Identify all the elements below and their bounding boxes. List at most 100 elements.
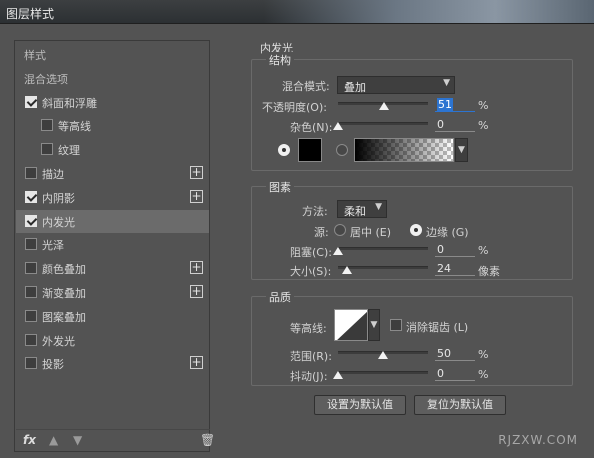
style-list-item[interactable]: 斜面和浮雕 (16, 91, 209, 114)
style-checkbox[interactable] (41, 143, 53, 156)
add-effect-icon[interactable]: + (190, 261, 203, 275)
noise-unit: % (478, 119, 489, 132)
style-checkbox[interactable] (25, 286, 37, 298)
background-photo-strip (264, 0, 594, 23)
style-list-item[interactable]: 颜色叠加 + (16, 257, 209, 280)
noise-value: 0 (437, 118, 444, 131)
noise-label: 杂色(N): (290, 121, 333, 134)
opacity-slider-thumb[interactable] (378, 102, 389, 110)
style-list-item[interactable]: 纹理 (16, 138, 209, 161)
glow-color-swatch[interactable] (298, 138, 322, 162)
style-checkbox[interactable] (25, 238, 37, 251)
style-list-item[interactable]: 混合选项 (16, 67, 209, 90)
method-select[interactable]: 柔和 ▼ (337, 200, 387, 218)
style-list-item-label: 斜面和浮雕 (42, 96, 97, 110)
add-effect-icon[interactable]: + (190, 285, 203, 298)
style-list-item[interactable]: 内发光 (16, 209, 209, 233)
opacity-unit: % (478, 99, 489, 112)
source-edge-radio[interactable] (410, 224, 422, 236)
contour-dropdown-button[interactable]: ▼ (368, 309, 380, 341)
gradient-radio[interactable] (336, 144, 348, 156)
size-slider-thumb[interactable] (342, 266, 352, 274)
style-list-item[interactable]: 样式 (16, 43, 209, 66)
opacity-input[interactable]: 51 (435, 98, 475, 112)
style-list-scrollbar[interactable] (209, 41, 210, 427)
range-value: 50 (437, 347, 451, 360)
arrow-down-icon[interactable]: ▼ (73, 433, 82, 447)
quality-title: 品质 (266, 289, 294, 305)
style-list-item[interactable]: 等高线 (16, 114, 209, 137)
style-list-item[interactable]: 内阴影 + (16, 186, 209, 209)
solid-color-radio[interactable] (278, 144, 290, 156)
range-slider-thumb[interactable] (378, 351, 388, 359)
size-input[interactable]: 24 (435, 262, 475, 276)
add-effect-icon[interactable]: + (190, 356, 203, 370)
style-list-toolbar: fx ▲ ▼ 🗑 (16, 429, 215, 451)
source-center-radio[interactable] (334, 224, 346, 236)
method-label: 方法: (302, 205, 328, 218)
anti-alias-checkbox[interactable] (390, 319, 402, 331)
reset-default-button[interactable]: 复位为默认值 (414, 395, 506, 415)
noise-slider-thumb[interactable] (333, 122, 343, 130)
size-value: 24 (437, 262, 451, 275)
noise-input[interactable]: 0 (435, 118, 475, 132)
jitter-slider-track[interactable] (338, 371, 428, 374)
choke-slider-track[interactable] (338, 247, 428, 250)
choke-input[interactable]: 0 (435, 243, 475, 257)
source-label: 源: (314, 226, 329, 239)
style-list-item-label: 颜色叠加 (42, 263, 86, 277)
add-effect-icon[interactable]: + (190, 166, 203, 179)
style-list-item[interactable]: 渐变叠加 + (16, 281, 209, 304)
size-unit: 像素 (478, 265, 500, 278)
noise-slider-track[interactable] (338, 122, 428, 125)
jitter-slider-thumb[interactable] (333, 371, 343, 379)
style-list-item[interactable]: 外发光 (16, 329, 209, 352)
jitter-value: 0 (437, 367, 444, 380)
anti-alias-label[interactable]: 消除锯齿 (L) (406, 319, 468, 335)
source-center-label[interactable]: 居中 (E) (350, 224, 391, 240)
range-unit: % (478, 348, 489, 361)
watermark: RJZXW.COM (498, 433, 578, 447)
style-list-item[interactable]: 投影 + (16, 352, 209, 375)
jitter-input[interactable]: 0 (435, 367, 475, 381)
style-checkbox[interactable] (25, 333, 37, 346)
style-list-item-label: 描边 (42, 168, 64, 181)
style-checkbox[interactable] (25, 95, 37, 108)
arrow-up-icon[interactable]: ▲ (49, 433, 58, 447)
jitter-unit: % (478, 368, 489, 381)
style-checkbox[interactable] (25, 190, 37, 203)
style-checkbox[interactable] (25, 262, 37, 275)
choke-slider-thumb[interactable] (333, 247, 343, 255)
style-list-item-label: 投影 (42, 358, 64, 372)
range-label: 范围(R): (290, 350, 332, 363)
add-effect-icon[interactable]: + (190, 189, 203, 203)
style-checkbox[interactable] (25, 309, 37, 322)
source-edge-label[interactable]: 边缘 (G) (426, 224, 469, 240)
chevron-down-icon: ▼ (443, 78, 450, 88)
style-list-item-label: 外发光 (42, 334, 75, 348)
range-input[interactable]: 50 (435, 347, 475, 361)
gradient-dropdown-button[interactable]: ▼ (455, 138, 468, 162)
blend-mode-label: 混合模式: (282, 80, 330, 93)
contour-label: 等高线: (290, 322, 327, 335)
gradient-swatch[interactable] (354, 138, 454, 162)
size-label: 大小(S): (290, 265, 332, 278)
style-list-item-label: 光泽 (42, 239, 64, 253)
blend-mode-select[interactable]: 叠加 ▼ (337, 76, 455, 94)
trash-icon[interactable]: 🗑 (200, 433, 215, 447)
style-list-item-label: 等高线 (58, 120, 91, 134)
fx-button[interactable]: fx (23, 433, 36, 447)
style-checkbox[interactable] (25, 167, 37, 179)
style-list-item-label: 纹理 (58, 144, 80, 158)
contour-preview[interactable] (334, 309, 368, 341)
style-checkbox[interactable] (25, 214, 37, 227)
style-list-item[interactable]: 描边 + (16, 162, 209, 185)
style-checkbox[interactable] (25, 357, 37, 370)
style-list-item-label: 渐变叠加 (42, 287, 86, 300)
style-list-item[interactable]: 光泽 (16, 233, 209, 256)
style-list-item-label: 内发光 (42, 215, 75, 229)
style-list-item[interactable]: 图案叠加 (16, 305, 209, 328)
set-default-button[interactable]: 设置为默认值 (314, 395, 406, 415)
style-checkbox[interactable] (41, 119, 53, 132)
contour-curve-icon (337, 311, 367, 340)
